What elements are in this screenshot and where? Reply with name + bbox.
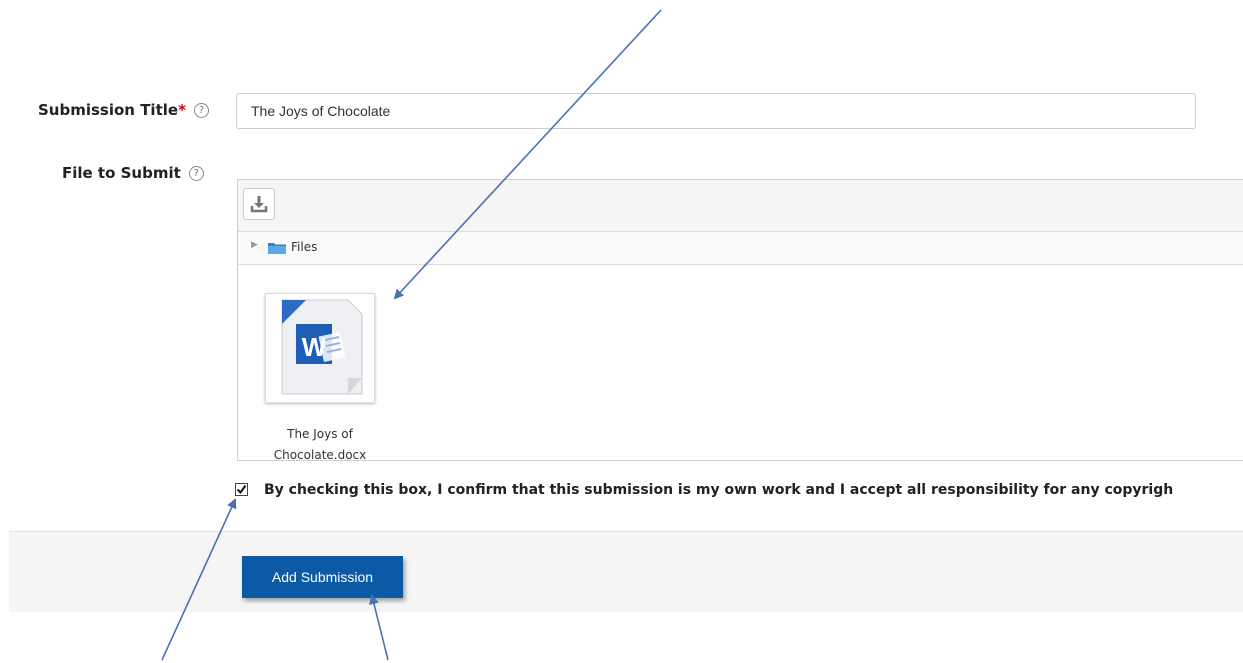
- download-icon: [250, 196, 268, 213]
- submission-title-input[interactable]: The Joys of Chocolate: [236, 93, 1196, 129]
- confirm-checkbox[interactable]: [235, 483, 248, 496]
- expand-triangle-icon[interactable]: ▶: [251, 240, 258, 250]
- file-name-line-2: Chocolate.docx: [273, 448, 367, 460]
- file-to-submit-label: File to Submit?: [62, 164, 204, 182]
- add-submission-button[interactable]: Add Submission: [242, 556, 403, 598]
- breadcrumb-folder-files[interactable]: Files: [291, 240, 317, 254]
- file-name[interactable]: The Joys of Chocolate.docx: [260, 424, 380, 460]
- word-document-icon: W: [281, 299, 363, 395]
- form-footer: [9, 531, 1243, 612]
- file-manager-toolbar: [238, 180, 1243, 232]
- help-icon[interactable]: ?: [193, 103, 209, 118]
- breadcrumb: ▶ Files: [238, 232, 1243, 265]
- confirm-text: By checking this box, I confirm that thi…: [264, 482, 1174, 498]
- file-list: W The Joys of Chocolate.docx: [238, 265, 1243, 460]
- file-to-submit-text: File to Submit: [62, 164, 181, 182]
- submission-title-label: Submission Title*?: [38, 101, 209, 119]
- file-name-line-1: The Joys of: [287, 427, 353, 441]
- required-asterisk: *: [178, 101, 186, 119]
- help-icon[interactable]: ?: [188, 166, 204, 181]
- download-button[interactable]: [243, 188, 275, 220]
- file-item[interactable]: W: [265, 293, 375, 403]
- file-manager: ▶ Files W The Joys of Chocolate.docx: [237, 179, 1243, 461]
- checkmark-icon: [236, 484, 247, 495]
- folder-icon: [268, 243, 286, 254]
- submission-title-text: Submission Title: [38, 101, 179, 119]
